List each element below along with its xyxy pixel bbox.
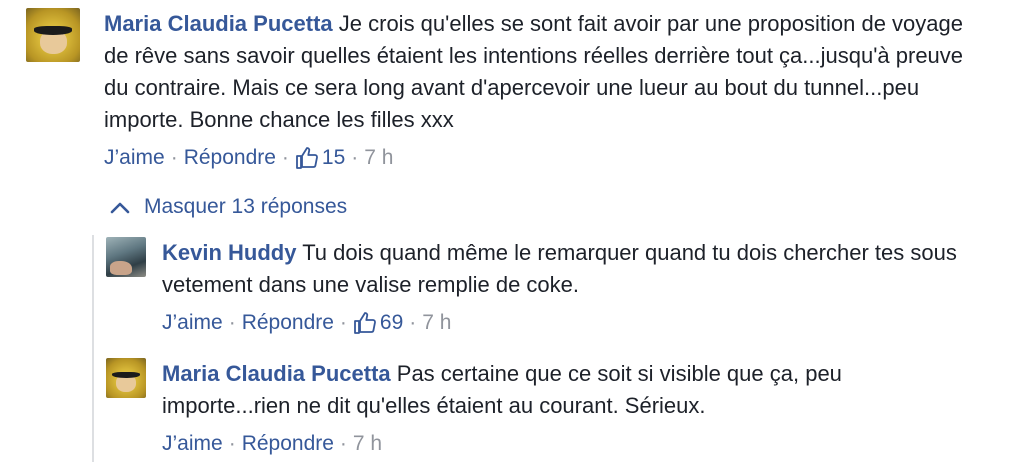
like-count-value: 15 (321, 146, 346, 169)
like-link[interactable]: J’aime (104, 146, 165, 170)
separator-dot: · (351, 146, 359, 169)
separator-dot: · (228, 432, 236, 455)
separator-dot: · (339, 311, 347, 334)
chevron-up-icon (110, 202, 130, 214)
like-link[interactable]: J’aime (162, 311, 223, 335)
comment-time[interactable]: 7 h (364, 146, 393, 170)
hide-replies-label: Masquer 13 réponses (144, 195, 348, 218)
avatar[interactable] (26, 8, 80, 62)
reply-link[interactable]: Répondre (242, 311, 334, 335)
separator-dot: · (339, 432, 347, 455)
reply-actions: J’aime · Répondre · 69 · 7 h (162, 311, 962, 335)
comment-text-block: Maria Claudia Pucetta Je crois qu'elles … (104, 8, 984, 136)
comment-actions: J’aime · Répondre · 15 · 7 h (104, 146, 984, 170)
like-count-value: 69 (379, 311, 404, 334)
separator-dot: · (409, 311, 417, 334)
separator-dot: · (281, 146, 289, 169)
reply-link[interactable]: Répondre (242, 432, 334, 456)
separator-dot: · (228, 311, 236, 334)
reply-author[interactable]: Kevin Huddy (162, 240, 296, 265)
reply-author[interactable]: Maria Claudia Pucetta (162, 361, 391, 386)
thumbs-up-icon (354, 312, 376, 334)
avatar[interactable] (106, 237, 146, 277)
comment: Maria Claudia Pucetta Je crois qu'elles … (26, 8, 1016, 170)
like-count[interactable]: 69 (353, 311, 403, 335)
reply: Maria Claudia Pucetta Pas certaine que c… (106, 358, 1006, 456)
reply-text-block: Kevin Huddy Tu dois quand même le remarq… (162, 237, 962, 301)
reply-link[interactable]: Répondre (184, 146, 276, 170)
reply-thread-line (92, 235, 94, 462)
like-count[interactable]: 15 (295, 146, 345, 170)
hide-replies-toggle[interactable]: Masquer 13 réponses (110, 195, 347, 219)
reply-text-block: Maria Claudia Pucetta Pas certaine que c… (162, 358, 962, 422)
thumbs-up-icon (296, 147, 318, 169)
comment-author[interactable]: Maria Claudia Pucetta (104, 11, 333, 36)
reply: Kevin Huddy Tu dois quand même le remarq… (106, 237, 1006, 335)
avatar[interactable] (106, 358, 146, 398)
reply-actions: J’aime · Répondre · 7 h (162, 432, 962, 456)
like-link[interactable]: J’aime (162, 432, 223, 456)
reply-time[interactable]: 7 h (422, 311, 451, 335)
reply-time[interactable]: 7 h (353, 432, 382, 456)
separator-dot: · (170, 146, 178, 169)
